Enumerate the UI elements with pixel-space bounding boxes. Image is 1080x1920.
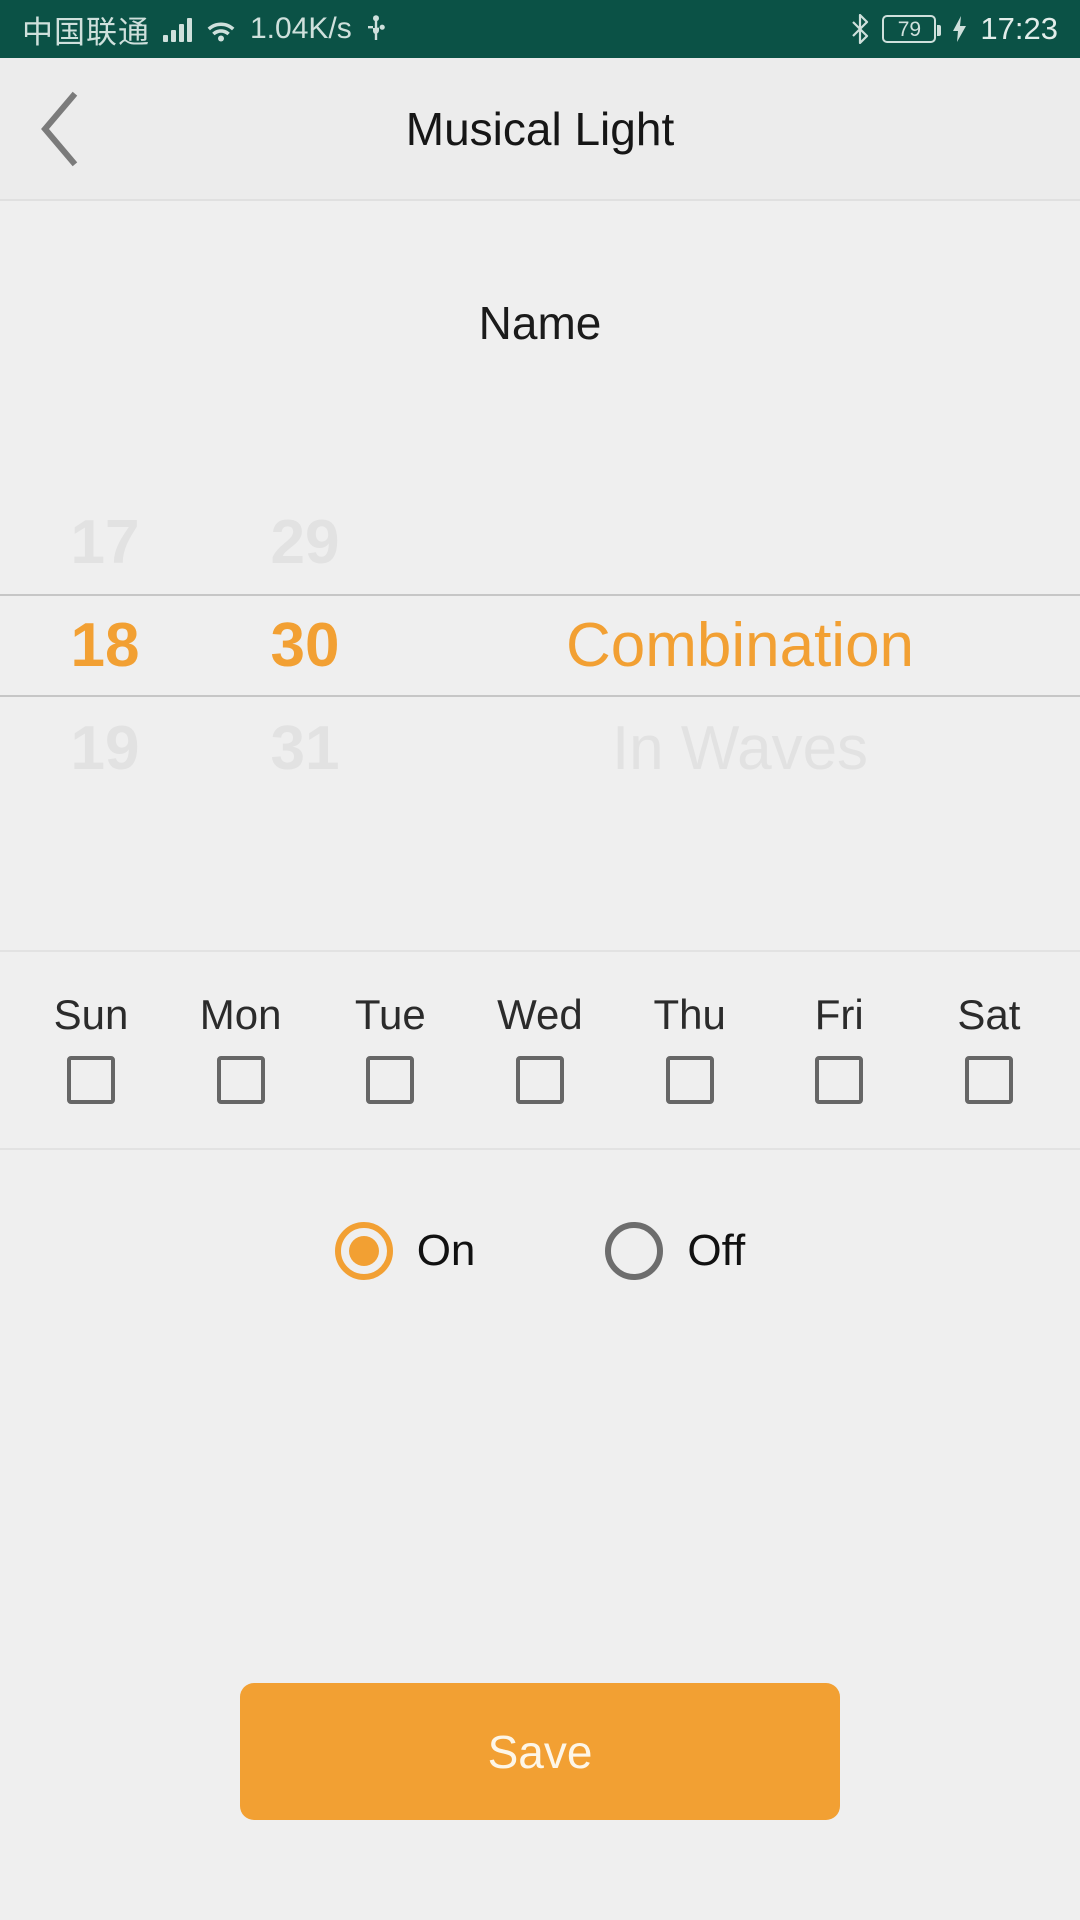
back-button[interactable] (0, 57, 120, 200)
weekday-sun[interactable]: Sun (28, 994, 154, 1104)
radio-on-icon[interactable] (334, 1222, 393, 1280)
picker-hour-prev[interactable]: 17 (0, 491, 210, 594)
weekday-checkbox[interactable] (964, 1056, 1013, 1104)
status-bar: 中国联通 1.04K/s 79 17:23 (0, 0, 1080, 58)
chevron-left-icon (37, 91, 83, 167)
content-area: Name 17 18 19 29 30 31 Combination In Wa… (0, 201, 1080, 1920)
weekday-repeat-selector: Sun Mon Tue Wed Thu Fri Sat (0, 950, 1080, 1150)
picker-column-minute[interactable]: 29 30 31 (210, 450, 400, 920)
weekday-thu[interactable]: Thu (627, 994, 753, 1104)
picker-minute-selected[interactable]: 30 (210, 594, 400, 697)
weekday-label: Sun (53, 991, 129, 1038)
page-title: Musical Light (405, 102, 675, 155)
weekday-label: Fri (814, 991, 864, 1038)
weekday-checkbox[interactable] (815, 1056, 864, 1104)
power-option-off-label: Off (687, 1226, 746, 1275)
clock-label: 17:23 (980, 11, 1058, 46)
picker-minute-prev[interactable]: 29 (210, 491, 400, 594)
status-bar-right: 79 17:23 (851, 11, 1058, 47)
weekday-checkbox[interactable] (67, 1056, 115, 1104)
weekday-checkbox[interactable] (216, 1056, 265, 1104)
weekday-tue[interactable]: Tue (327, 994, 453, 1104)
power-state-radio-group: On Off (0, 1150, 1080, 1280)
picker-mode-prev[interactable] (400, 491, 1080, 594)
picker-mode-selected[interactable]: Combination (400, 594, 1080, 697)
weekday-wed[interactable]: Wed (477, 994, 603, 1104)
musical-light-screen: 中国联通 1.04K/s 79 17:23 Musical Light Name… (0, 0, 1080, 1920)
picker-hour-next[interactable]: 19 (0, 697, 210, 800)
weekday-label: Sat (957, 991, 1021, 1038)
charging-bolt-icon (947, 15, 967, 43)
bluetooth-icon (851, 14, 871, 44)
weekday-sat[interactable]: Sat (926, 994, 1052, 1104)
picker-mode-next[interactable]: In Waves (400, 697, 1080, 800)
weekday-label: Wed (497, 991, 583, 1038)
signal-bars-icon (163, 16, 192, 42)
app-bar: Musical Light (0, 58, 1080, 201)
picker-columns: 17 18 19 29 30 31 Combination In Waves (0, 450, 1080, 920)
name-field-label: Name (478, 297, 602, 349)
power-option-on[interactable]: On (334, 1222, 476, 1280)
battery-level-label: 79 (897, 17, 922, 41)
wifi-icon (205, 16, 237, 42)
status-bar-left: 中国联通 1.04K/s (22, 7, 387, 52)
radio-off-icon[interactable] (605, 1222, 664, 1280)
weekday-label: Tue (354, 991, 426, 1038)
picker-hour-selected[interactable]: 18 (0, 594, 210, 697)
picker-column-mode[interactable]: Combination In Waves (400, 450, 1080, 920)
network-speed-label: 1.04K/s (250, 12, 352, 45)
battery-icon: 79 (882, 15, 942, 43)
power-option-off[interactable]: Off (605, 1222, 745, 1280)
weekday-checkbox[interactable] (515, 1056, 564, 1104)
save-button[interactable]: Save (240, 1683, 840, 1820)
picker-minute-next[interactable]: 31 (210, 697, 400, 800)
save-button-area: Save (0, 1280, 1080, 1920)
weekday-fri[interactable]: Fri (776, 994, 902, 1104)
time-mode-picker[interactable]: 17 18 19 29 30 31 Combination In Waves (0, 450, 1080, 920)
weekday-checkbox[interactable] (366, 1056, 415, 1104)
weekday-checkbox[interactable] (665, 1056, 714, 1104)
weekday-label: Mon (199, 991, 282, 1038)
weekday-label: Thu (653, 991, 726, 1038)
carrier-label: 中国联通 (22, 14, 150, 51)
usb-icon (365, 15, 387, 43)
weekday-mon[interactable]: Mon (178, 994, 304, 1104)
picker-column-hour[interactable]: 17 18 19 (0, 450, 210, 920)
power-option-on-label: On (416, 1226, 476, 1275)
